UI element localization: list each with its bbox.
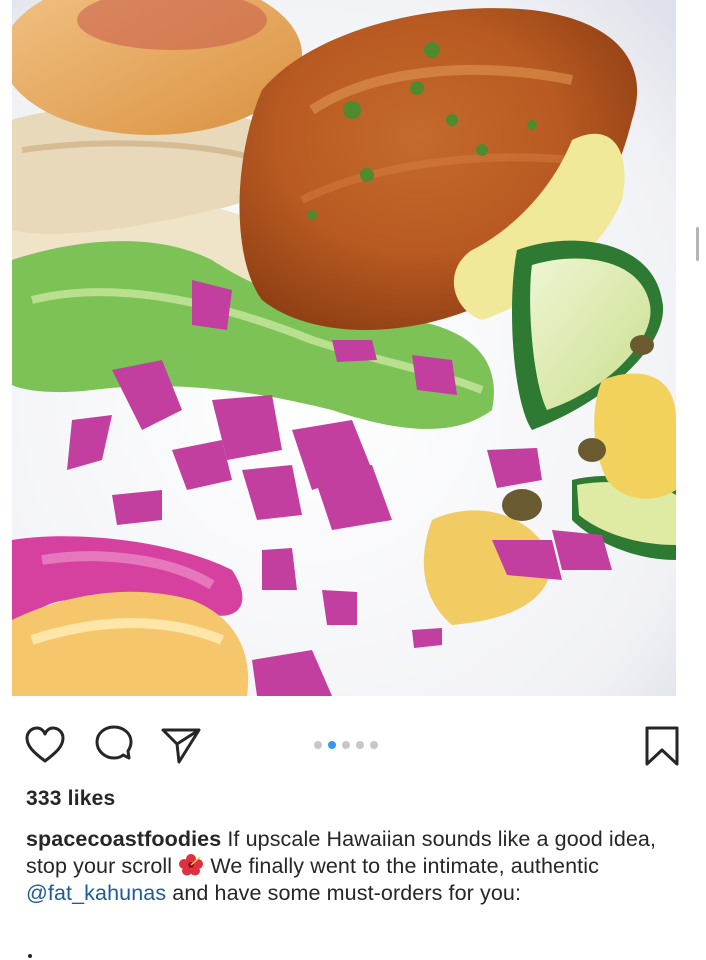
- food-photo-illustration: [12, 0, 676, 696]
- post-action-bar: [0, 716, 706, 776]
- comment-icon[interactable]: [92, 724, 136, 768]
- caption-text: and have some must-orders for you:: [172, 881, 522, 905]
- send-icon[interactable]: [159, 724, 203, 768]
- caption-text: We finally went to the intimate, authent…: [210, 854, 599, 878]
- likes-count[interactable]: 333 likes: [26, 787, 115, 811]
- carousel-dot-active: [328, 741, 336, 749]
- heart-icon[interactable]: [23, 724, 67, 768]
- caption-continuation-dot: [28, 954, 32, 958]
- carousel-dot: [314, 741, 322, 749]
- carousel-dot: [342, 741, 350, 749]
- carousel-dots: [314, 741, 378, 749]
- scrollbar-thumb[interactable]: [696, 227, 699, 261]
- caption-mention-link[interactable]: @fat_kahunas: [26, 881, 166, 905]
- post-caption: spacecoastfoodies If upscale Hawaiian so…: [26, 826, 676, 907]
- bookmark-icon[interactable]: [640, 724, 684, 768]
- post-photo[interactable]: [12, 0, 676, 696]
- hibiscus-icon: [178, 854, 204, 876]
- carousel-dot: [356, 741, 364, 749]
- caption-username[interactable]: spacecoastfoodies: [26, 827, 221, 851]
- carousel-dot: [370, 741, 378, 749]
